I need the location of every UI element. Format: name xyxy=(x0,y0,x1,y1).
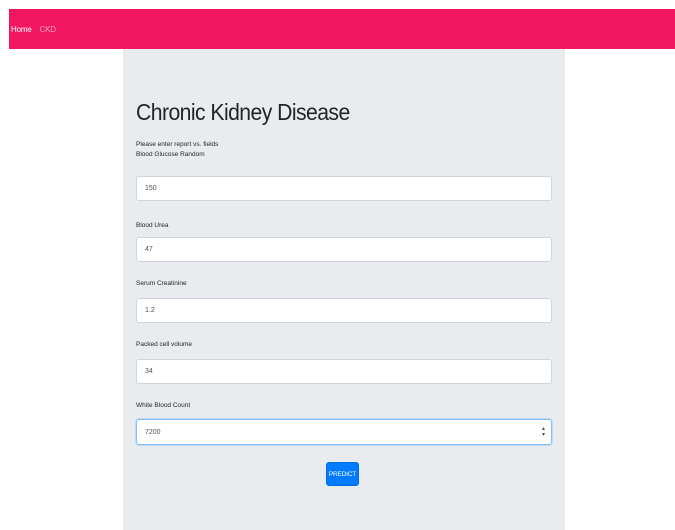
white-blood-count-label: White Blood Count xyxy=(136,402,191,409)
form-panel: Chronic Kidney Disease Please enter repo… xyxy=(123,49,565,530)
blood-urea-input[interactable] xyxy=(136,237,552,262)
serum-creatinine-label: Serum Creatinine xyxy=(136,280,187,287)
top-navbar: Home CKD xyxy=(9,9,675,49)
form-instructions: Please enter report vs. fields xyxy=(136,141,219,148)
blood-urea-label: Blood Urea xyxy=(136,222,169,229)
nav-home-link[interactable]: Home xyxy=(11,25,32,34)
stepper-down-icon[interactable]: ▾ xyxy=(542,432,545,438)
packed-cell-volume-input[interactable] xyxy=(136,359,552,384)
nav-ckd-link[interactable]: CKD xyxy=(40,25,57,34)
blood-glucose-label: Blood Glucose Random xyxy=(136,151,205,158)
packed-cell-volume-label: Packed cell volume xyxy=(136,341,192,348)
number-stepper[interactable]: ▴ ▾ xyxy=(542,426,545,438)
white-blood-count-value: 7200 xyxy=(145,428,161,436)
predict-button[interactable]: PREDICT xyxy=(326,462,359,486)
white-blood-count-input[interactable]: 7200 ▴ ▾ xyxy=(136,419,552,445)
serum-creatinine-input[interactable] xyxy=(136,298,552,323)
page-title: Chronic Kidney Disease xyxy=(136,99,350,125)
blood-glucose-input[interactable] xyxy=(136,176,552,201)
